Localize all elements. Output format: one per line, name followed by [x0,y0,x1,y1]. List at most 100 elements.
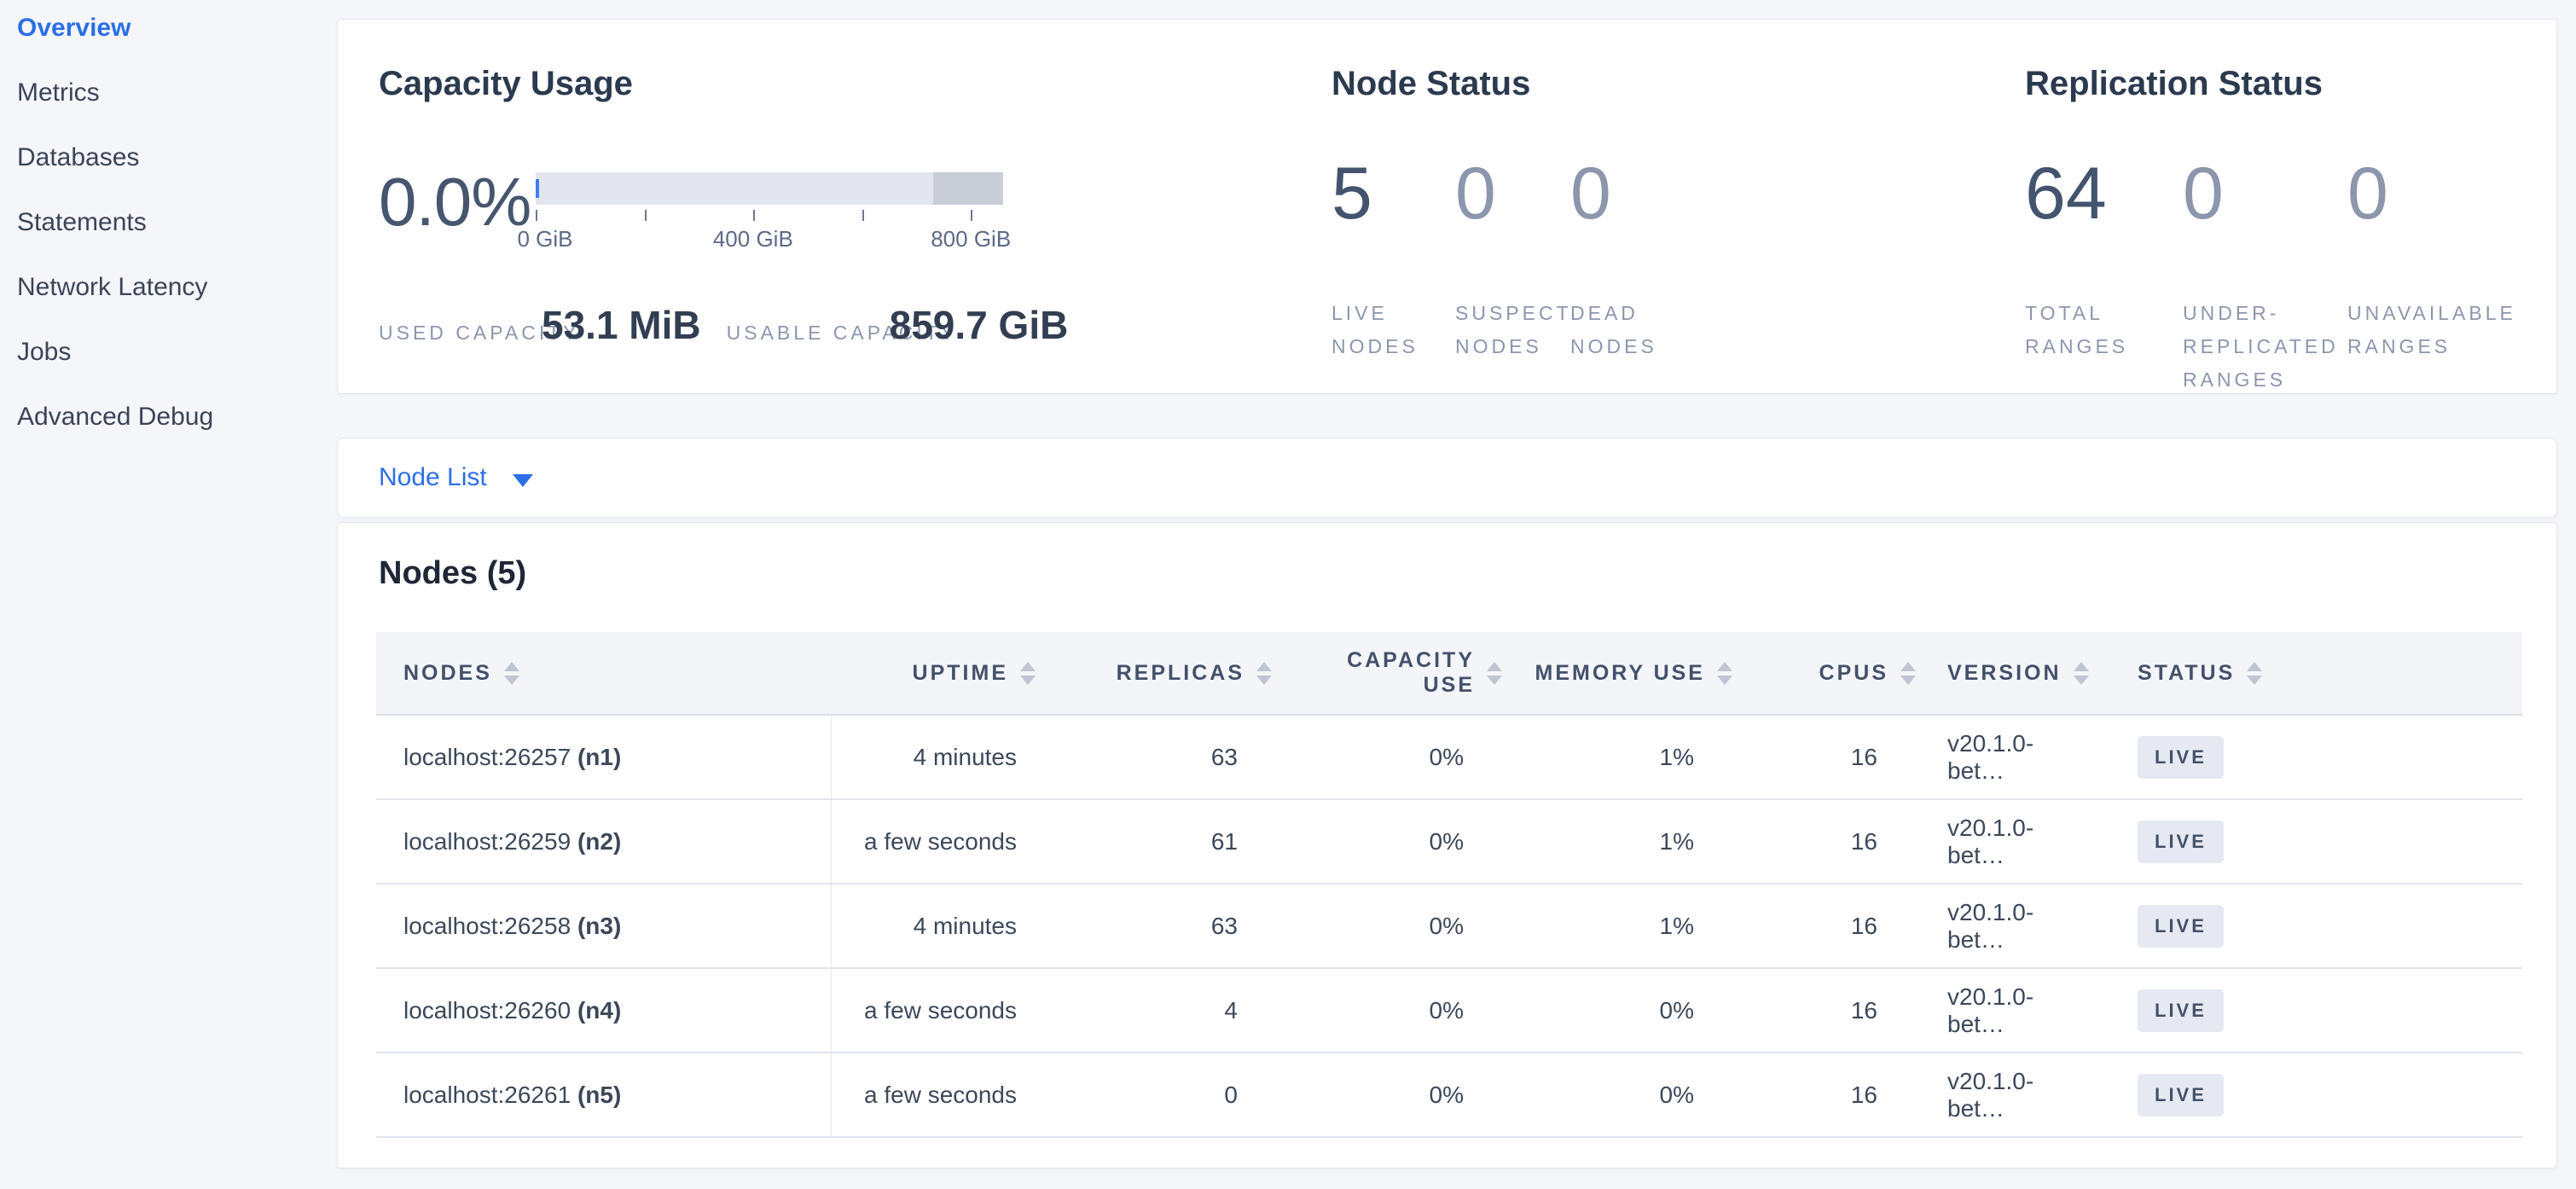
sidebar-item-overview[interactable]: Overview [17,14,337,78]
capacity-usage-title: Capacity Usage [379,65,633,103]
axis-tick [645,210,647,221]
under-replicated-ranges-label: UNDER-REPLICATED RANGES [2183,297,2347,397]
column-label: UPTIME [913,661,1008,686]
node-id: (n5) [577,1082,621,1108]
capacity-use-cell: 0% [1272,968,1502,1053]
status-badge: LIVE [2138,905,2224,948]
version-cell: v20.1.0-bet… [1916,799,2086,884]
memory-use-cell: 1% [1502,884,1732,968]
node-address-link[interactable]: localhost:26257 [403,744,571,770]
memory-use-cell: 1% [1502,799,1732,884]
sidebar-item-statements[interactable]: Statements [17,208,337,273]
sort-icon [1020,662,1036,685]
table-row: localhost:26260 (n4) a few seconds 4 0% … [376,968,2522,1053]
memory-use-cell: 0% [1502,1053,1732,1137]
replicas-cell: 61 [1044,799,1272,884]
node-address-link[interactable]: localhost:26259 [403,828,571,855]
node-address-link[interactable]: localhost:26258 [403,913,571,939]
column-header-nodes[interactable]: NODES [376,632,831,715]
sidebar-item-jobs[interactable]: Jobs [17,338,337,403]
node-address-link[interactable]: localhost:26261 [403,1082,571,1108]
main-content: Capacity Usage 0.0% 0 GiB 400 GiB [337,0,2557,1169]
chevron-down-icon [513,474,533,487]
uptime-cell: a few seconds [831,1053,1044,1137]
stat-dead-nodes: 0 DEAD NODES [1570,157,1758,363]
column-label: NODES [403,661,492,686]
sidebar-item-network-latency[interactable]: Network Latency [17,273,337,338]
sort-icon [1256,662,1272,685]
column-label: VERSION [1947,661,2062,686]
capacity-bar-chart: 0 GiB 400 GiB 800 GiB [536,172,1003,252]
node-address-link[interactable]: localhost:26260 [403,997,571,1024]
stat-suspect-nodes: 0 SUSPECT NODES [1455,157,1570,363]
column-header-uptime[interactable]: UPTIME [831,632,1044,715]
column-label: MEMORY USE [1535,661,1705,686]
node-list-dropdown[interactable]: Node List [379,463,533,492]
live-nodes-value: 5 [1332,157,1455,297]
stat-total-ranges: 64 TOTAL RANGES [2025,157,2183,397]
unavailable-ranges-label: UNAVAILABLE RANGES [2347,297,2548,363]
sort-icon [1717,662,1732,685]
replication-status-stats: 64 TOTAL RANGES 0 UNDER-REPLICATED RANGE… [2025,157,2561,397]
axis-tick [862,210,864,221]
sort-icon [2247,662,2262,685]
cpus-cell: 16 [1732,968,1916,1053]
axis-label: 800 GiB [931,226,1011,252]
capacity-bar-dark-segment [933,172,1003,205]
column-header-version[interactable]: VERSION [1916,632,2086,715]
status-badge: LIVE [2138,989,2224,1032]
suspect-nodes-label: SUSPECT NODES [1455,297,1570,363]
column-header-cpus[interactable]: CPUS [1732,632,1916,715]
column-header-replicas[interactable]: REPLICAS [1044,632,1272,715]
axis-tick [753,210,755,221]
replication-status-title: Replication Status [2025,65,2323,103]
replicas-cell: 0 [1044,1053,1272,1137]
version-cell: v20.1.0-bet… [1916,715,2086,799]
node-id: (n2) [577,828,621,855]
usable-capacity-label: USABLE CAPACITY [727,316,867,350]
sort-icon [2074,662,2089,685]
replicas-cell: 63 [1044,715,1272,799]
used-capacity-value: 53.1 MiB [542,302,701,350]
table-row: localhost:26257 (n1) 4 minutes 63 0% 1% … [376,715,2522,799]
memory-use-cell: 1% [1502,715,1732,799]
capacity-used-marker [536,179,539,198]
table-row: localhost:26258 (n3) 4 minutes 63 0% 1% … [376,884,2522,968]
uptime-cell: 4 minutes [831,884,1044,968]
unavailable-ranges-value: 0 [2347,157,2561,297]
version-cell: v20.1.0-bet… [1916,968,2086,1053]
capacity-use-cell: 0% [1272,799,1502,884]
node-id: (n3) [577,913,621,939]
usable-capacity-value: 859.7 GiB [890,302,1069,350]
column-header-capacity-use[interactable]: CAPACITY USE [1272,632,1502,715]
stat-live-nodes: 5 LIVE NODES [1332,157,1455,363]
replicas-cell: 63 [1044,884,1272,968]
nodes-table-card: Nodes (5) NODES UPTIME REPLICAS [337,522,2557,1169]
sidebar-item-metrics[interactable]: Metrics [17,78,337,143]
table-header-row: NODES UPTIME REPLICAS CAPACITY USE MEMOR… [376,632,2522,715]
capacity-use-cell: 0% [1272,715,1502,799]
cpus-cell: 16 [1732,884,1916,968]
capacity-axis-labels: 0 GiB 400 GiB 800 GiB [536,226,1003,252]
version-cell: v20.1.0-bet… [1916,884,2086,968]
node-id: (n1) [577,744,621,770]
node-id: (n4) [577,997,621,1024]
column-label: CAPACITY USE [1347,648,1475,698]
sidebar-item-advanced-debug[interactable]: Advanced Debug [17,403,337,467]
view-selector-card: Node List [337,438,2557,518]
column-label: CPUS [1819,661,1888,686]
column-header-memory-use[interactable]: MEMORY USE [1502,632,1732,715]
capacity-use-cell: 0% [1272,884,1502,968]
dead-nodes-label: DEAD NODES [1570,297,1698,363]
stat-unavailable-ranges: 0 UNAVAILABLE RANGES [2347,157,2561,397]
axis-label: 0 GiB [517,226,572,252]
node-status-stats: 5 LIVE NODES 0 SUSPECT NODES 0 DEAD NODE… [1332,157,1758,363]
nodes-table: NODES UPTIME REPLICAS CAPACITY USE MEMOR… [376,632,2522,1138]
status-badge: LIVE [2138,821,2224,863]
cpus-cell: 16 [1732,715,1916,799]
table-row: localhost:26259 (n2) a few seconds 61 0%… [376,799,2522,884]
sidebar-item-databases[interactable]: Databases [17,143,337,208]
column-header-status[interactable]: STATUS [2086,632,2522,715]
capacity-use-cell: 0% [1272,1053,1502,1137]
sort-icon [1900,662,1916,685]
